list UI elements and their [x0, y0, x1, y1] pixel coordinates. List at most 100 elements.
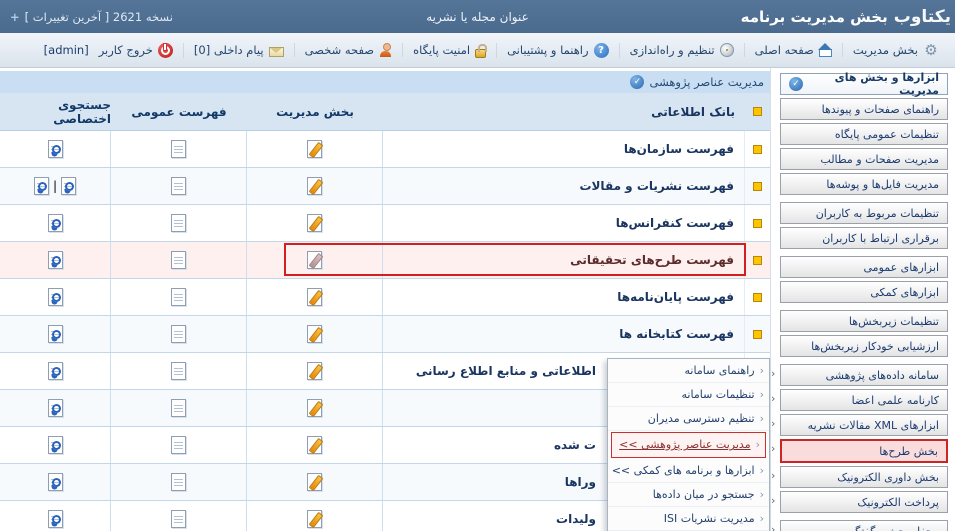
toolbar-item-home[interactable]: صفحه اصلی: [745, 43, 843, 57]
public-list-doc-icon[interactable]: [171, 140, 186, 158]
bullet-cell: [745, 279, 770, 315]
sidebar-item-box[interactable]: ارزشیابی خودکار زیربخش‌ها: [780, 335, 948, 357]
public-list-doc-icon[interactable]: [171, 325, 186, 343]
sidebar-item[interactable]: ابزارهای کمکی: [780, 281, 948, 303]
edit-doc-icon[interactable]: [307, 214, 322, 232]
sidebar-item[interactable]: مدیریت صفحات و مطالب: [780, 148, 948, 170]
toolbar-item-user[interactable]: صفحه شخصی: [295, 43, 403, 57]
edit-doc-icon[interactable]: [307, 140, 322, 158]
search-doc-icon[interactable]: [48, 214, 63, 232]
edit-doc-icon[interactable]: [307, 325, 322, 343]
sidebar-item-box[interactable]: تنظیمات زیربخش‌ها: [780, 310, 948, 332]
sidebar-item-box[interactable]: ابزارهای عمومی: [780, 256, 948, 278]
sidebar-item-box[interactable]: محفل بحث و گفتگو: [780, 520, 948, 531]
public-list-doc-icon[interactable]: [171, 473, 186, 491]
row-label-cell: فهرست کتابخانه ها: [383, 316, 745, 352]
chevron-left-icon: ‹: [771, 418, 775, 430]
public-list-doc-icon[interactable]: [171, 362, 186, 380]
sidebar-item-box[interactable]: ابزارهای کمکی: [780, 281, 948, 303]
edit-doc-icon[interactable]: [307, 251, 322, 269]
toolbar-item-power[interactable]: خروج کاربر: [89, 43, 184, 58]
search-doc-icon[interactable]: [48, 473, 63, 491]
submenu-item[interactable]: ‹تنظیمات سامانه: [608, 383, 769, 407]
sidebar-item-box[interactable]: کارنامه علمی اعضا: [780, 389, 948, 411]
chevron-left-icon: ‹: [760, 464, 764, 477]
toolbar-item-help[interactable]: ?راهنما و پشتیبانی: [497, 43, 619, 58]
search-doc-icon[interactable]: [48, 510, 63, 528]
submenu-item[interactable]: ‹جستجو در میان داده‌ها: [608, 483, 769, 507]
sidebar-item-box[interactable]: راهنمای صفحات و پیوندها: [780, 98, 948, 120]
search-doc-icon[interactable]: [48, 325, 63, 343]
submenu-item[interactable]: ‹مدیریت نشریات ISI: [608, 507, 769, 531]
search-doc-icon[interactable]: [48, 251, 63, 269]
search-doc-icon[interactable]: [34, 177, 49, 195]
sidebar-item-box[interactable]: بخش طرح‌ها: [780, 439, 948, 463]
sidebar-item[interactable]: ‹ابزارهای XML مقالات نشریه: [780, 414, 948, 436]
sidebar-item[interactable]: ‹بخش طرح‌ها: [780, 439, 948, 463]
edit-doc-icon[interactable]: [307, 362, 322, 380]
public-list-doc-icon[interactable]: [171, 436, 186, 454]
sidebar-item-box[interactable]: مدیریت صفحات و مطالب: [780, 148, 948, 170]
search-doc-icon[interactable]: [48, 436, 63, 454]
search-doc-icon[interactable]: [48, 288, 63, 306]
edit-doc-icon[interactable]: [307, 510, 322, 528]
search-doc-icon[interactable]: [61, 177, 76, 195]
edit-doc-icon[interactable]: [307, 473, 322, 491]
sidebar-item-box[interactable]: بخش داوری الکترونیک: [780, 466, 948, 488]
check-badge-icon: ✓: [789, 77, 803, 91]
edit-doc-icon[interactable]: [307, 399, 322, 417]
public-list-doc-icon[interactable]: [171, 251, 186, 269]
edit-doc-icon[interactable]: [307, 436, 322, 454]
toolbar-item-mail[interactable]: پیام داخلی [0]: [184, 43, 295, 57]
public-list-doc-icon[interactable]: [171, 399, 186, 417]
public-list-cell: [111, 279, 247, 315]
submenu-item-label: راهنمای سامانه: [685, 364, 755, 377]
sidebar-item-label: راهنمای صفحات و پیوندها: [822, 103, 939, 116]
sidebar-item[interactable]: برقراری ارتباط با کاربران: [780, 227, 948, 249]
sidebar-item[interactable]: ابزارهای عمومی: [780, 256, 948, 278]
row-label: فهرست کنفرانس‌ها: [616, 216, 734, 230]
toolbar-item-lock[interactable]: امنیت پایگاه: [403, 43, 497, 58]
toolbar-item-setup-cd[interactable]: تنظیم و راه‌اندازی: [620, 43, 745, 57]
edit-doc-icon[interactable]: [307, 177, 322, 195]
submenu-item[interactable]: ‹ابزارها و برنامه های کمکی >>: [608, 459, 769, 483]
toolbar-item-label: راهنما و پشتیبانی: [507, 43, 588, 57]
sidebar-item-box[interactable]: تنظیمات عمومی پایگاه: [780, 123, 948, 145]
sidebar-item[interactable]: مدیریت فایل‌ها و پوشه‌ها: [780, 173, 948, 195]
sidebar-item[interactable]: ‹کارنامه علمی اعضا: [780, 389, 948, 411]
admin-section-cell: [247, 316, 383, 352]
sidebar-item[interactable]: ‹محفل بحث و گفتگو: [780, 520, 948, 531]
sidebar-item-box[interactable]: مدیریت فایل‌ها و پوشه‌ها: [780, 173, 948, 195]
chevron-left-icon: ‹: [771, 443, 775, 455]
admin-section-cell: [247, 279, 383, 315]
sidebar-header[interactable]: ابزارها و بخش های مدیریت ✓: [780, 73, 948, 95]
sidebar-item[interactable]: تنظیمات مربوط به کاربران: [780, 202, 948, 224]
sidebar-item[interactable]: ‹سامانه داده‌های پژوهشی: [780, 364, 948, 386]
sidebar-item-box[interactable]: تنظیمات مربوط به کاربران: [780, 202, 948, 224]
public-list-doc-icon[interactable]: [171, 214, 186, 232]
public-list-doc-icon[interactable]: [171, 288, 186, 306]
public-list-doc-icon[interactable]: [171, 177, 186, 195]
bullet-cell: [745, 93, 770, 130]
public-list-doc-icon[interactable]: [171, 510, 186, 528]
sidebar-item[interactable]: ارزشیابی خودکار زیربخش‌ها: [780, 335, 948, 357]
sidebar-item-label: محفل بحث و گفتگو: [849, 525, 939, 531]
sidebar-item[interactable]: ‹پرداخت الکترونیک: [780, 491, 948, 513]
sidebar-item-box[interactable]: سامانه داده‌های پژوهشی: [780, 364, 948, 386]
submenu-item[interactable]: ‹تنظیم دسترسی مدیران: [608, 407, 769, 431]
toolbar-item-gear[interactable]: ⚙بخش مدیریت: [843, 42, 949, 58]
sidebar-item[interactable]: ‹بخش داوری الکترونیک: [780, 466, 948, 488]
submenu-item[interactable]: ‹راهنمای سامانه: [608, 359, 769, 383]
submenu-item[interactable]: ‹مدیریت عناصر پژوهشی >>: [611, 432, 766, 457]
search-doc-icon[interactable]: [48, 399, 63, 417]
sidebar-item-box[interactable]: ابزارهای XML مقالات نشریه: [780, 414, 948, 436]
search-doc-icon[interactable]: [48, 140, 63, 158]
edit-doc-icon[interactable]: [307, 288, 322, 306]
sidebar-item-box[interactable]: برقراری ارتباط با کاربران: [780, 227, 948, 249]
sidebar-item[interactable]: تنظیمات عمومی پایگاه: [780, 123, 948, 145]
sidebar-item-box[interactable]: پرداخت الکترونیک: [780, 491, 948, 513]
search-doc-icon[interactable]: [48, 362, 63, 380]
sidebar-item[interactable]: راهنمای صفحات و پیوندها: [780, 98, 948, 120]
sidebar-item[interactable]: تنظیمات زیربخش‌ها: [780, 310, 948, 332]
home-icon: [819, 49, 832, 57]
